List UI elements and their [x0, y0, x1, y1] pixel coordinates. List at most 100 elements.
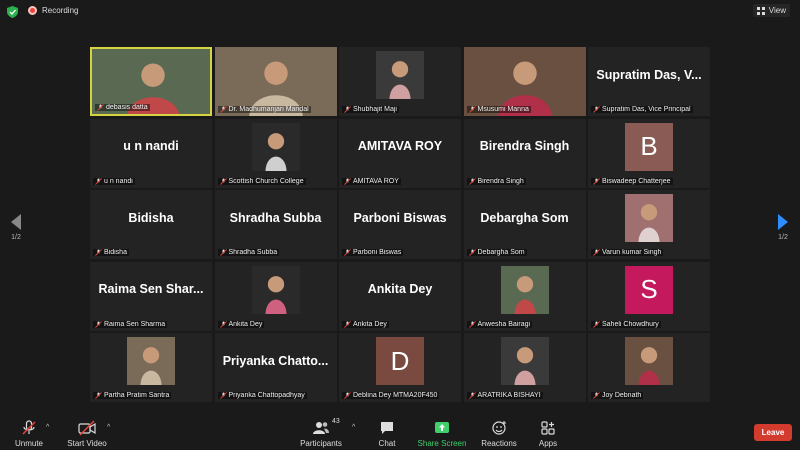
mic-muted-icon: [468, 392, 476, 399]
participant-name-label: Priyanka Chattopadhyay: [217, 392, 307, 399]
participant-tile[interactable]: Scottish Church College: [214, 118, 337, 188]
mic-muted-icon: [95, 177, 102, 185]
participant-display-name: Shradha Subba: [229, 210, 322, 225]
avatar-initial: D: [376, 337, 424, 385]
participant-tile[interactable]: Varun kumar Singh: [588, 190, 710, 259]
participants-button[interactable]: Participants: [286, 420, 356, 448]
next-page-button[interactable]: 1/2: [773, 214, 793, 241]
participant-tile[interactable]: Ankita Dey: [214, 261, 337, 331]
mic-muted-icon: [95, 392, 102, 399]
arrow-left-icon: [11, 214, 21, 230]
mic-muted-icon: [593, 392, 600, 399]
participant-name-label: Raima Sen Sharma: [93, 320, 168, 328]
participant-name: Supratim Das, Vice Principal: [602, 106, 691, 113]
mic-muted-icon: [22, 420, 36, 435]
participant-tile[interactable]: Anwesha Bairagi: [463, 261, 586, 331]
prev-page-label: 1/2: [11, 234, 21, 241]
share-screen-icon: [435, 422, 449, 433]
start-video-button[interactable]: Start Video: [52, 420, 122, 448]
view-button[interactable]: View: [752, 4, 790, 17]
participant-tile[interactable]: AMITAVA ROY AMITAVA ROY: [339, 118, 461, 188]
participant-name: Biswadeep Chatterjee: [602, 177, 671, 185]
participant-name: Shubhajit Maji: [353, 106, 397, 113]
participant-tile[interactable]: Bidisha Bidisha: [90, 190, 212, 259]
participant-tile[interactable]: Priyanka Chatto... Priyanka Chattopadhyay: [214, 333, 337, 402]
avatar-initial: B: [625, 122, 673, 171]
participant-tile[interactable]: Shradha Subba Shradha Subba: [214, 190, 337, 259]
participant-tile[interactable]: S Saheli Chowdhury: [588, 261, 710, 331]
avatar-photo: [376, 51, 424, 99]
participant-tile[interactable]: Shubhajit Maji: [339, 47, 461, 116]
participant-name: Partha Pratim Santra: [104, 392, 170, 399]
participant-name: Anwesha Bairagi: [477, 320, 531, 328]
avatar-photo: [500, 265, 549, 314]
mic-muted-icon: [219, 249, 227, 256]
participant-name-label: debasis datta: [95, 104, 150, 111]
recording-indicator[interactable]: Recording: [28, 6, 78, 15]
mic-muted-icon: [468, 320, 476, 328]
participant-name-label: Ankita Dey: [342, 320, 389, 328]
participant-tile[interactable]: ARATRIKA BISHAYI: [463, 333, 586, 402]
mic-muted-icon: [219, 177, 227, 185]
shield-icon[interactable]: [7, 6, 18, 18]
participant-tile[interactable]: u n nandi u n nandi: [90, 118, 212, 188]
participants-icon: [313, 422, 329, 434]
participant-tile[interactable]: Birendra Singh Birendra Singh: [463, 118, 586, 188]
participant-name: Ankita Dey: [228, 320, 263, 328]
view-label: View: [768, 6, 786, 15]
mic-muted-icon: [468, 106, 476, 113]
participant-tile[interactable]: D Deblina Dey MTMA20F450: [339, 333, 461, 402]
reactions-icon: [492, 421, 506, 435]
participant-tile[interactable]: Partha Pratim Santra: [90, 333, 212, 402]
avatar-initial: S: [625, 265, 673, 314]
prev-page-button[interactable]: 1/2: [6, 214, 26, 241]
participant-tile[interactable]: Ankita Dey Ankita Dey: [339, 261, 461, 331]
participant-display-name: Priyanka Chatto...: [222, 353, 329, 368]
mic-muted-icon: [593, 249, 600, 256]
mic-muted-icon: [97, 104, 104, 111]
participant-tile[interactable]: Supratim Das, V... Supratim Das, Vice Pri…: [588, 47, 710, 116]
top-bar: Recording View: [0, 0, 800, 24]
participant-name-label: Joy Debnath: [591, 392, 644, 399]
video-off-icon: [78, 420, 96, 436]
participant-tile[interactable]: Parboni Biswas Parboni Biswas: [339, 190, 461, 259]
mic-muted-icon: [344, 106, 351, 113]
mic-muted-icon: [344, 320, 351, 328]
participant-grid: debasis datta Dr. Madhumanjari Mandal Shub…: [90, 47, 710, 404]
avatar-photo: [625, 337, 673, 385]
participant-name: Joy Debnath: [602, 392, 642, 399]
avatar-photo: [251, 122, 300, 171]
leave-button[interactable]: Leave: [754, 424, 792, 441]
video-options-icon[interactable]: ^: [107, 424, 110, 431]
audio-options-icon[interactable]: ^: [46, 424, 49, 431]
start-video-label: Start Video: [67, 439, 107, 448]
participant-name-label: Debargha Som: [466, 249, 527, 256]
participant-tile[interactable]: Dr. Madhumanjari Mandal: [214, 47, 337, 116]
participant-display-name: Supratim Das, V...: [596, 67, 702, 82]
participant-tile[interactable]: Joy Debnath: [588, 333, 710, 402]
participant-name-label: Shubhajit Maji: [342, 106, 399, 113]
participant-name-label: Anwesha Bairagi: [466, 320, 533, 328]
mic-muted-icon: [95, 320, 102, 328]
participant-name-label: Partha Pratim Santra: [93, 392, 172, 399]
grid-view-icon: [756, 6, 765, 15]
participant-name: Raima Sen Sharma: [104, 320, 166, 328]
participant-name-label: u n nandi: [93, 177, 135, 185]
participant-name-label: Scottish Church College: [217, 177, 306, 185]
participant-name-label: Parboni Biswas: [342, 249, 404, 256]
participant-tile[interactable]: Raima Sen Shar... Raima Sen Sharma: [90, 261, 212, 331]
participant-name: Msusumi Manna: [477, 106, 529, 113]
chat-icon: [381, 422, 393, 434]
meeting-toolbar: Unmute ^ Start Video ^ Participants 43 ^…: [0, 412, 800, 450]
avatar-photo: [625, 194, 673, 242]
apps-button[interactable]: Apps: [513, 420, 583, 448]
participant-tile[interactable]: B Biswadeep Chatterjee: [588, 118, 710, 188]
participant-tile[interactable]: Msusumi Manna: [463, 47, 586, 116]
participant-name: AMITAVA ROY: [353, 177, 399, 185]
apps-label: Apps: [538, 439, 558, 448]
participant-name: ARATRIKA BISHAYI: [477, 392, 541, 399]
participant-display-name: AMITAVA ROY: [357, 139, 443, 153]
participant-tile[interactable]: debasis datta: [90, 47, 212, 116]
participant-tile[interactable]: Debargha Som Debargha Som: [463, 190, 586, 259]
participant-display-name: Birendra Singh: [479, 139, 570, 153]
